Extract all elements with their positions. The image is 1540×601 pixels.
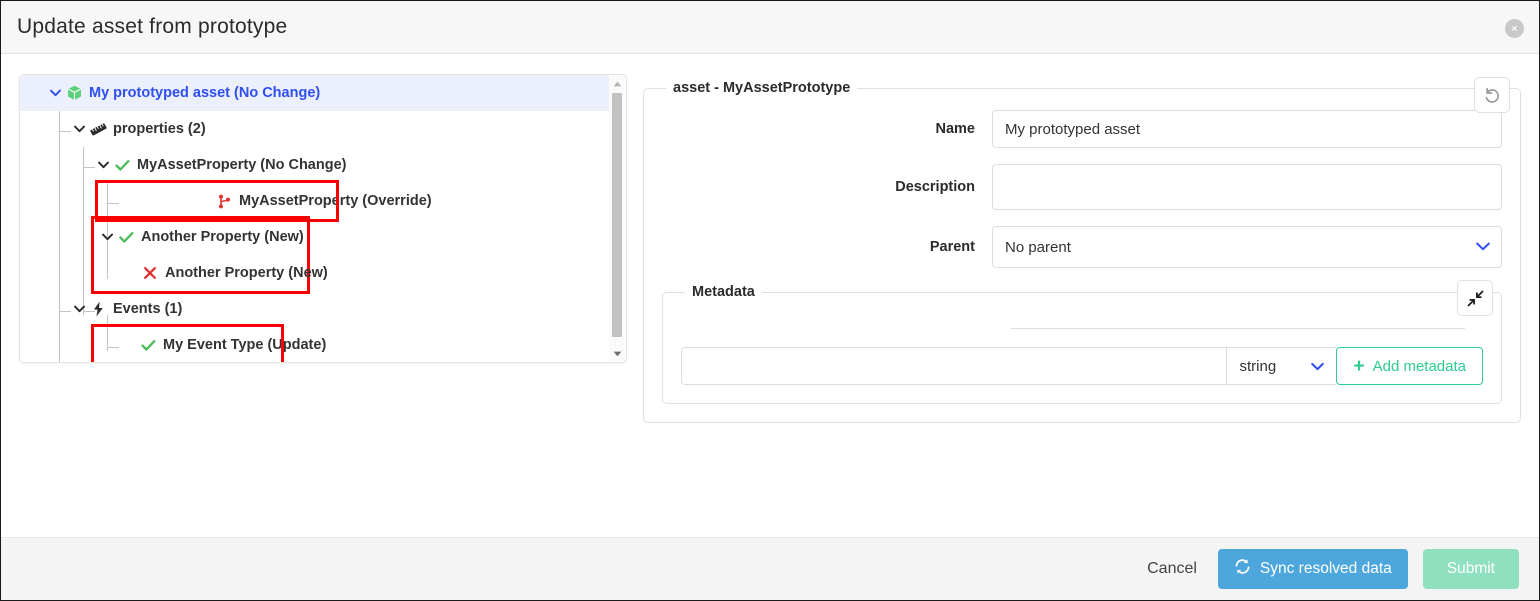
tree-node-label: MyAssetProperty (Override)	[239, 192, 432, 209]
diff-tree-panel: My prototyped asset (No Change) properti…	[19, 74, 627, 363]
metadata-fieldset: Metadata string + Add metadata	[662, 280, 1502, 404]
name-input[interactable]	[992, 110, 1502, 148]
cancel-button[interactable]: Cancel	[1141, 552, 1203, 586]
update-asset-dialog: Update asset from prototype My prototype…	[0, 0, 1540, 601]
compress-icon[interactable]	[1457, 280, 1493, 316]
chevron-down-icon[interactable]	[46, 84, 64, 102]
sync-resolved-data-button[interactable]: Sync resolved data	[1217, 549, 1408, 589]
field-row-name: Name	[662, 110, 1502, 148]
tree-node-another-property-new-parent[interactable]: Another Property (New)	[94, 219, 307, 255]
tree-scroll-area: My prototyped asset (No Change) properti…	[20, 75, 609, 362]
scrollbar-track[interactable]	[609, 91, 625, 346]
tree-node-root[interactable]: My prototyped asset (No Change)	[20, 75, 609, 111]
metadata-fieldset-legend: Metadata	[692, 284, 755, 300]
description-label: Description	[895, 179, 975, 195]
tree-node-label: Another Property (New)	[141, 228, 304, 245]
tree-node-properties[interactable]: properties (2)	[20, 111, 609, 147]
tree-node-myassetproperty-override[interactable]: MyAssetProperty (Override)	[95, 180, 432, 222]
tree-node-myassetproperty-nochange[interactable]: MyAssetProperty (No Change)	[20, 147, 609, 183]
asset-form-panel: asset - MyAssetPrototype Name Descriptio…	[643, 74, 1521, 423]
field-row-parent: Parent	[662, 226, 1502, 268]
field-row-description: Description	[662, 164, 1502, 210]
tree-node-label: Another Property (New)	[165, 264, 328, 281]
chevron-down-icon	[1311, 358, 1325, 375]
tree-node-label: properties (2)	[113, 120, 206, 137]
plus-icon: +	[1353, 355, 1365, 377]
bolt-icon	[88, 301, 108, 317]
chevron-down-icon[interactable]	[94, 156, 112, 174]
asset-fieldset-legend: asset - MyAssetPrototype	[673, 80, 851, 96]
add-metadata-label: Add metadata	[1372, 357, 1466, 375]
dialog-footer: Cancel Sync resolved data Submit	[1, 537, 1539, 600]
close-icon[interactable]	[1505, 19, 1524, 38]
tree-node-label: Events (1)	[113, 300, 183, 317]
chevron-down-icon[interactable]	[70, 300, 88, 318]
tree-node-events[interactable]: Events (1)	[20, 291, 609, 327]
sync-button-label: Sync resolved data	[1259, 560, 1392, 577]
sync-icon	[1234, 558, 1251, 580]
check-icon	[116, 231, 136, 244]
tree-node-label: My Event Type (Update)	[163, 336, 327, 353]
dialog-title: Update asset from prototype	[17, 15, 288, 38]
tree-node-label: MyAssetProperty (No Change)	[137, 156, 347, 173]
cube-icon	[64, 85, 84, 101]
description-input[interactable]	[992, 164, 1502, 210]
chevron-down-icon[interactable]	[98, 228, 116, 246]
parent-select-value[interactable]	[992, 226, 1502, 268]
metadata-type-select[interactable]: string	[1226, 347, 1337, 385]
tree-node-label: My prototyped asset (No Change)	[89, 84, 321, 101]
dialog-body: My prototyped asset (No Change) properti…	[1, 54, 1539, 537]
compress-glyph	[1467, 290, 1483, 306]
undo-glyph	[1485, 87, 1499, 103]
asset-fieldset: asset - MyAssetPrototype Name Descriptio…	[643, 77, 1521, 423]
caret-down-icon[interactable]	[609, 346, 625, 361]
cross-icon	[140, 266, 160, 280]
chevron-down-icon[interactable]	[70, 120, 88, 138]
tree-node-my-event-type-update[interactable]: My Event Type (Update)	[91, 324, 326, 362]
close-x-glyph	[1512, 26, 1517, 31]
tree-group-another-property: Another Property (New) Another Property …	[91, 216, 328, 294]
branch-icon	[214, 194, 234, 209]
metadata-key-input[interactable]	[681, 347, 1227, 385]
name-label: Name	[935, 121, 976, 137]
check-icon	[138, 339, 158, 352]
undo-icon[interactable]	[1474, 77, 1510, 113]
caret-up-icon[interactable]	[609, 76, 625, 91]
tree-scrollbar[interactable]	[609, 76, 625, 361]
parent-label: Parent	[929, 239, 975, 255]
metadata-type-value: string	[1239, 357, 1277, 375]
dialog-header: Update asset from prototype	[1, 1, 1539, 54]
sync-glyph	[1235, 559, 1250, 574]
tree-node-another-property-new-child[interactable]: Another Property (New)	[94, 255, 328, 291]
submit-button[interactable]: Submit	[1422, 549, 1519, 589]
ruler-icon	[88, 122, 108, 137]
metadata-entry-row: string + Add metadata	[681, 347, 1483, 385]
scrollbar-thumb[interactable]	[612, 93, 622, 337]
add-metadata-button[interactable]: + Add metadata	[1336, 347, 1483, 385]
check-icon	[112, 159, 132, 172]
metadata-divider	[1011, 328, 1465, 329]
parent-select[interactable]	[992, 226, 1502, 268]
